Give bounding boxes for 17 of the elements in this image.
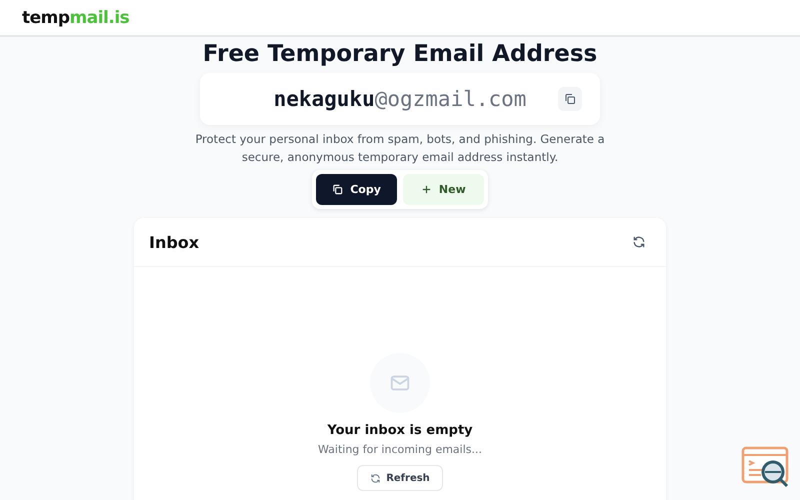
empty-title: Your inbox is empty <box>327 423 473 438</box>
site-logo[interactable]: tempmail.is <box>22 8 130 28</box>
page-title: Free Temporary Email Address <box>202 41 598 67</box>
description: Protect your personal inbox from spam, bots, and phishing. Generate a secure, anonymous temporary email address instantly. <box>194 131 606 166</box>
refresh-button[interactable]: Refresh <box>357 465 443 491</box>
plus-icon <box>420 184 432 195</box>
empty-message: Waiting for incoming emails... <box>318 443 482 456</box>
copy-icon-button[interactable] <box>558 87 582 111</box>
inbox-title: Inbox <box>149 232 200 252</box>
new-button[interactable]: New <box>402 174 484 205</box>
refresh-icon <box>370 472 382 484</box>
browser-search-icon[interactable] <box>741 444 791 488</box>
email-address: nekaguku@ogzmail.com <box>274 87 526 111</box>
copy-icon <box>564 93 576 105</box>
refresh-icon[interactable] <box>632 235 646 249</box>
copy-icon <box>332 184 344 195</box>
copy-button[interactable]: Copy <box>316 174 397 205</box>
